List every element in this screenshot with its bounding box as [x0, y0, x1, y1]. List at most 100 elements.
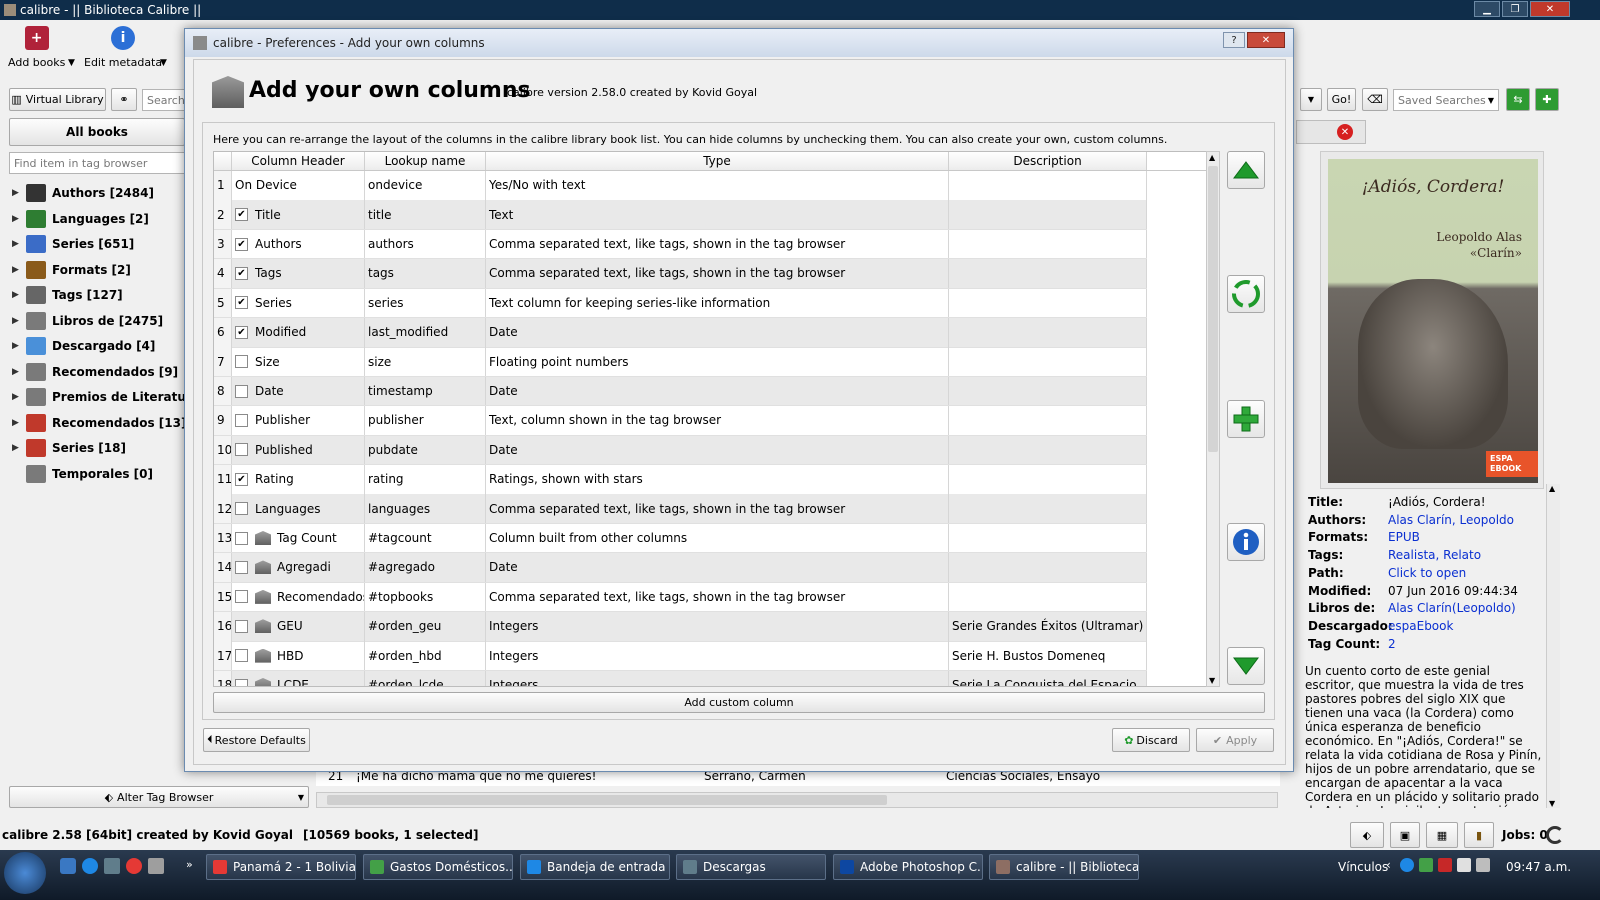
type-cell[interactable]: Date [486, 435, 949, 465]
all-books-button[interactable]: All books [9, 118, 185, 146]
taskbar-task[interactable]: Descargas [676, 854, 826, 880]
calculator-icon[interactable] [148, 858, 164, 874]
move-down-button[interactable] [1227, 647, 1265, 685]
description-cell[interactable] [949, 523, 1147, 553]
type-cell[interactable]: Date [486, 318, 949, 347]
add-books-button[interactable]: + Add books [8, 26, 65, 69]
visibility-checkbox[interactable]: ✔ [235, 325, 248, 339]
quick-launch-overflow-icon[interactable]: » [186, 858, 193, 871]
type-cell[interactable]: Date [486, 553, 949, 582]
detail-value[interactable]: Realista, Relato [1388, 548, 1481, 562]
clock[interactable]: 09:47 a.m. [1506, 860, 1571, 874]
description-cell[interactable] [949, 465, 1147, 494]
taskbar-task[interactable]: Adobe Photoshop C... [833, 854, 983, 880]
column-header-cell[interactable]: Tag Count [232, 523, 365, 553]
table-row[interactable]: 1 On Device ondevice Yes/No with text [214, 171, 1147, 201]
type-cell[interactable]: Column built from other columns [486, 523, 949, 553]
type-cell[interactable]: Comma separated text, like tags, shown i… [486, 259, 949, 288]
column-header-cell[interactable]: ✔ Title [232, 200, 365, 229]
show-desktop-icon[interactable] [60, 858, 76, 874]
visibility-checkbox[interactable] [235, 590, 248, 604]
scrollbar-thumb[interactable] [327, 795, 887, 805]
find-item-input[interactable]: Find item in tag browser [9, 152, 185, 174]
lookup-name-cell[interactable]: #agregado [365, 553, 486, 582]
table-row[interactable]: 15 Recomendados #topbooks Comma separated t… [214, 582, 1147, 613]
scroll-down-icon[interactable]: ▼ [1549, 799, 1555, 808]
visibility-checkbox[interactable] [235, 384, 248, 398]
column-header-cell[interactable]: Date [232, 376, 365, 406]
description-cell[interactable] [949, 288, 1147, 318]
visibility-checkbox[interactable]: ✔ [235, 472, 248, 486]
move-up-button[interactable] [1227, 151, 1265, 189]
lookup-name-cell[interactable]: languages [365, 494, 486, 523]
type-cell[interactable]: Comma separated text, like tags, shown i… [486, 229, 949, 259]
binoculars-button[interactable]: ⚭ [111, 88, 137, 111]
visibility-checkbox[interactable]: ✔ [235, 266, 248, 280]
apply-button[interactable]: ✔ Apply [1196, 728, 1274, 752]
column-header-cell[interactable]: GEU [232, 612, 365, 641]
type-cell[interactable]: Integers [486, 670, 949, 686]
table-row[interactable]: 11 ✔ Rating rating Ratings, shown with stars [214, 465, 1147, 495]
table-row[interactable]: 17 HBD #orden_hbd Integers Serie H. Bustos D… [214, 641, 1147, 671]
add-search-button[interactable]: ✚ [1535, 88, 1559, 111]
description-cell[interactable] [949, 582, 1147, 612]
table-row[interactable]: 13 Tag Count #tagcount Column built from ot… [214, 523, 1147, 554]
column-header-cell[interactable]: Languages [232, 494, 365, 523]
lookup-name-cell[interactable]: #orden_lcde [365, 670, 486, 686]
type-cell[interactable]: Yes/No with text [486, 171, 949, 200]
column-header-cell[interactable]: ✔ Modified [232, 318, 365, 347]
column-header-cell[interactable]: On Device [232, 171, 365, 200]
expand-arrow-icon[interactable]: ▶ [12, 316, 26, 326]
description-cell[interactable]: Serie Grandes Éxitos (Ultramar) [949, 612, 1147, 641]
visibility-checkbox[interactable] [235, 560, 248, 574]
type-cell[interactable]: Floating point numbers [486, 347, 949, 376]
lookup-name-cell[interactable]: tags [365, 259, 486, 288]
description-cell[interactable] [949, 435, 1147, 465]
taskbar-task[interactable]: Gastos Domésticos.... [363, 854, 513, 880]
clear-search-button[interactable]: ⌫ [1362, 88, 1388, 111]
expand-arrow-icon[interactable]: ▶ [12, 367, 26, 377]
add-column-button[interactable] [1227, 400, 1265, 438]
add-books-dropdown-arrow[interactable]: ▼ [68, 58, 75, 68]
tree-item[interactable]: ▶ Languages [2] [12, 207, 149, 231]
dialog-close-button[interactable]: ✕ [1247, 32, 1285, 48]
expand-arrow-icon[interactable]: ▶ [12, 392, 26, 402]
type-cell[interactable]: Date [486, 376, 949, 406]
add-custom-column-button[interactable]: Add custom column [213, 692, 1265, 713]
visibility-checkbox[interactable]: ✔ [235, 296, 248, 310]
column-header-cell[interactable]: ✔ Authors [232, 229, 365, 259]
table-row[interactable]: 18 LCDE #orden_lcde Integers Serie La Conqui… [214, 670, 1147, 686]
expand-arrow-icon[interactable]: ▶ [12, 290, 26, 300]
type-cell[interactable]: Text column for keeping series-like info… [486, 288, 949, 318]
expand-arrow-icon[interactable]: ▶ [12, 239, 26, 249]
column-header-cell[interactable]: HBD [232, 641, 365, 670]
book-details-button[interactable]: ▮ [1464, 822, 1494, 848]
close-button[interactable]: ✕ [1530, 1, 1570, 17]
taskbar-task[interactable]: Bandeja de entrada ... [520, 854, 670, 880]
type-cell[interactable]: Integers [486, 641, 949, 670]
discard-button[interactable]: ✿ Discard [1112, 728, 1190, 752]
tree-item[interactable]: ▶ Descargado [4] [12, 334, 155, 358]
save-search-button[interactable]: ⇆ [1506, 88, 1530, 111]
visibility-checkbox[interactable] [235, 413, 248, 427]
table-row[interactable]: 9 Publisher publisher Text, column shown in… [214, 406, 1147, 436]
expand-arrow-icon[interactable]: ▶ [12, 188, 26, 198]
scroll-down-icon[interactable]: ▼ [1209, 676, 1215, 685]
cover-frame[interactable]: ¡Adiós, Cordera! Leopoldo Alas «Clarín» … [1320, 151, 1544, 489]
lookup-name-cell[interactable]: authors [365, 229, 486, 259]
table-row[interactable]: 7 Size size Floating point numbers [214, 347, 1147, 377]
table-row[interactable]: 5 ✔ Series series Text column for keeping se… [214, 288, 1147, 319]
restore-defaults-button[interactable]: ⏴ Restore Defaults [203, 728, 310, 752]
visibility-checkbox[interactable] [235, 531, 248, 545]
search-dropdown-button[interactable]: ▼ [1300, 88, 1322, 111]
lookup-name-cell[interactable]: series [365, 288, 486, 318]
column-header-cell[interactable]: Publisher [232, 406, 365, 435]
column-header-cell[interactable]: ✔ Tags [232, 259, 365, 288]
scroll-up-icon[interactable]: ▲ [1209, 153, 1215, 162]
expand-arrow-icon[interactable]: ▶ [12, 443, 26, 453]
lookup-name-cell[interactable]: #tagcount [365, 523, 486, 553]
header-description[interactable]: Description [949, 152, 1147, 170]
lookup-name-cell[interactable]: rating [365, 465, 486, 494]
taskbar-task[interactable]: Panamá 2 - 1 Bolivia... [206, 854, 356, 880]
lookup-name-cell[interactable]: timestamp [365, 376, 486, 406]
